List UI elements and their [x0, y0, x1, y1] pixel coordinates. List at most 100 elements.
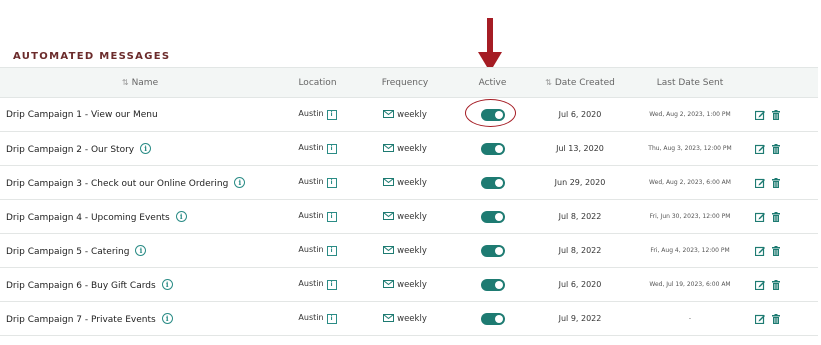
- frequency-cell: weekly: [355, 267, 455, 302]
- info-circle-icon[interactable]: i: [140, 142, 152, 154]
- frequency-text: weekly: [397, 313, 427, 324]
- campaign-name-cell[interactable]: Drip Campaign 6 - Buy Gift Cards i: [0, 267, 280, 302]
- envelope-icon: [383, 109, 395, 118]
- column-header-date-created[interactable]: ⇅ Date Created: [530, 67, 630, 98]
- active-cell: [455, 233, 530, 268]
- envelope-icon: [383, 245, 395, 254]
- location-info-icon[interactable]: i: [326, 212, 337, 222]
- frequency-cell: weekly: [355, 97, 455, 132]
- column-header-frequency[interactable]: Frequency: [355, 67, 455, 98]
- active-cell: [455, 199, 530, 234]
- location-info-icon[interactable]: i: [326, 246, 337, 256]
- trash-icon[interactable]: [771, 143, 781, 154]
- location-info-icon[interactable]: i: [326, 280, 337, 290]
- campaign-name[interactable]: Drip Campaign 7 - Private Events: [6, 315, 156, 325]
- edit-icon[interactable]: [755, 110, 765, 120]
- last-date-sent-cell: Fri, Jun 30, 2023, 12:00 PM: [630, 199, 750, 234]
- envelope-icon: [383, 143, 395, 152]
- table-row[interactable]: Drip Campaign 2 - Our Story i Austin i wee…: [0, 131, 818, 166]
- location-info-icon[interactable]: i: [326, 110, 337, 120]
- column-header-name-label: Name: [131, 77, 159, 88]
- toggle-knob: [494, 314, 503, 323]
- table-row[interactable]: Drip Campaign 7 - Private Events i Austin…: [0, 301, 818, 336]
- table-row[interactable]: Drip Campaign 4 - Upcoming Events i Austi…: [0, 199, 818, 234]
- active-toggle[interactable]: [480, 278, 505, 291]
- location-info-icon[interactable]: i: [326, 144, 337, 154]
- location-text: Austin: [298, 279, 324, 288]
- actions-cell: [750, 301, 818, 336]
- campaign-name[interactable]: Drip Campaign 2 - Our Story: [6, 145, 134, 155]
- info-circle-icon[interactable]: i: [234, 176, 246, 188]
- campaign-name[interactable]: Drip Campaign 6 - Buy Gift Cards: [6, 281, 156, 291]
- toggle-knob: [494, 144, 503, 153]
- edit-icon[interactable]: [755, 212, 765, 222]
- campaign-name-cell[interactable]: Drip Campaign 2 - Our Story i: [0, 131, 280, 166]
- column-header-name[interactable]: ⇅ Name: [0, 67, 280, 98]
- table-row[interactable]: Drip Campaign 5 - Catering i Austin i week…: [0, 233, 818, 268]
- table-row[interactable]: Drip Campaign 3 - Check out our Online O…: [0, 165, 818, 200]
- info-circle-icon[interactable]: i: [161, 312, 173, 324]
- frequency-cell: weekly: [355, 233, 455, 268]
- edit-icon[interactable]: [755, 280, 765, 290]
- toggle-knob: [494, 280, 503, 289]
- active-toggle[interactable]: [480, 312, 505, 325]
- frequency-text: weekly: [397, 109, 427, 120]
- toggle-knob: [494, 178, 503, 187]
- campaign-name-cell[interactable]: Drip Campaign 1 - View our Menu: [0, 97, 280, 132]
- date-created-cell: Jul 8, 2022: [530, 199, 630, 234]
- info-circle-icon[interactable]: i: [175, 210, 187, 222]
- trash-icon[interactable]: [771, 245, 781, 256]
- frequency-text: weekly: [397, 177, 427, 188]
- frequency-cell: weekly: [355, 131, 455, 166]
- last-date-sent-cell: -: [630, 301, 750, 336]
- actions-cell: [750, 131, 818, 166]
- location-info-icon[interactable]: i: [326, 314, 337, 324]
- active-toggle[interactable]: [480, 176, 505, 189]
- envelope-icon: [383, 177, 395, 186]
- campaign-name-cell[interactable]: Drip Campaign 7 - Private Events i: [0, 301, 280, 336]
- location-cell: Austin i: [280, 233, 355, 268]
- date-created-cell: Jul 6, 2020: [530, 267, 630, 302]
- trash-icon[interactable]: [771, 177, 781, 188]
- trash-icon[interactable]: [771, 109, 781, 120]
- actions-cell: [750, 97, 818, 132]
- column-header-location[interactable]: Location: [280, 67, 355, 98]
- column-header-actions: [750, 67, 818, 98]
- active-cell: [455, 131, 530, 166]
- location-info-icon[interactable]: i: [326, 178, 337, 188]
- info-circle-icon[interactable]: i: [135, 244, 147, 256]
- column-header-active[interactable]: Active: [455, 67, 530, 98]
- active-toggle[interactable]: [480, 244, 505, 257]
- edit-icon[interactable]: [755, 178, 765, 188]
- last-date-sent-cell: Wed, Aug 2, 2023, 6:00 AM: [630, 165, 750, 200]
- envelope-icon: [383, 279, 395, 288]
- frequency-cell: weekly: [355, 199, 455, 234]
- column-header-date-created-label: Date Created: [554, 77, 615, 88]
- edit-icon[interactable]: [755, 144, 765, 154]
- actions-cell: [750, 267, 818, 302]
- column-header-last-date-sent[interactable]: Last Date Sent: [630, 67, 750, 98]
- last-date-sent-cell: Thu, Aug 3, 2023, 12:00 PM: [630, 131, 750, 166]
- active-toggle[interactable]: [480, 142, 505, 155]
- campaign-name[interactable]: Drip Campaign 5 - Catering: [6, 247, 129, 257]
- edit-icon[interactable]: [755, 246, 765, 256]
- campaign-name-cell[interactable]: Drip Campaign 3 - Check out our Online O…: [0, 165, 280, 200]
- automated-messages-table: ⇅ Name Location Frequency Active ⇅ Date Cr…: [0, 67, 818, 336]
- table-row[interactable]: Drip Campaign 1 - View our Menu Austin i …: [0, 97, 818, 132]
- date-created-cell: Jul 9, 2022: [530, 301, 630, 336]
- section-title: AUTOMATED MESSAGES: [13, 51, 171, 62]
- table-row[interactable]: Drip Campaign 6 - Buy Gift Cards i Austin…: [0, 267, 818, 302]
- trash-icon[interactable]: [771, 279, 781, 290]
- location-text: Austin: [298, 211, 324, 220]
- campaign-name-cell[interactable]: Drip Campaign 4 - Upcoming Events i: [0, 199, 280, 234]
- location-cell: Austin i: [280, 301, 355, 336]
- campaign-name-cell[interactable]: Drip Campaign 5 - Catering i: [0, 233, 280, 268]
- trash-icon[interactable]: [771, 211, 781, 222]
- active-toggle[interactable]: [480, 210, 505, 223]
- campaign-name[interactable]: Drip Campaign 1 - View our Menu: [6, 110, 158, 120]
- edit-icon[interactable]: [755, 314, 765, 324]
- info-circle-icon[interactable]: i: [161, 278, 173, 290]
- campaign-name[interactable]: Drip Campaign 4 - Upcoming Events: [6, 213, 170, 223]
- campaign-name[interactable]: Drip Campaign 3 - Check out our Online O…: [6, 179, 228, 189]
- trash-icon[interactable]: [771, 313, 781, 324]
